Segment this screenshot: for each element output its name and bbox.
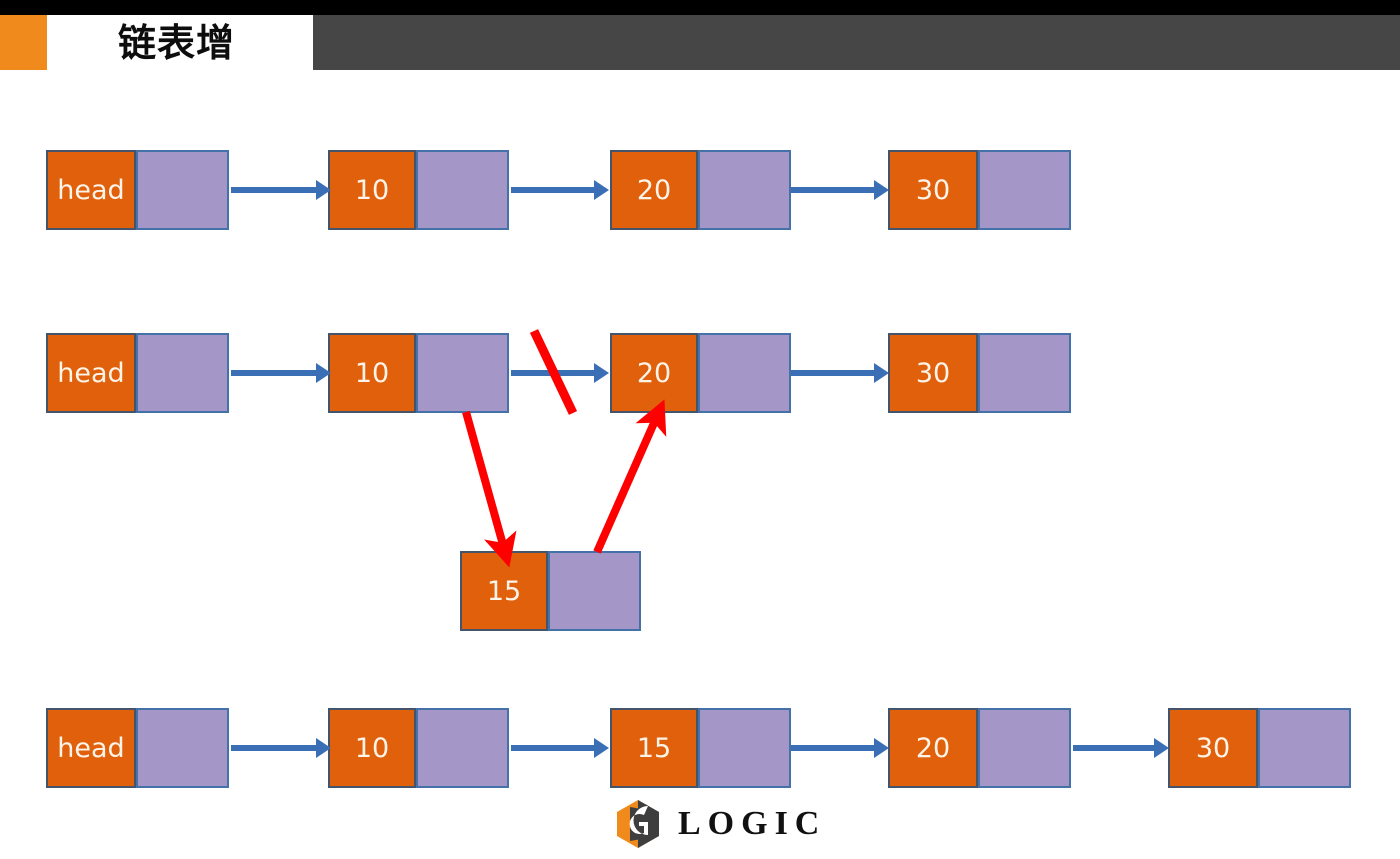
blue-link-arrow-original-list-1 — [511, 187, 595, 193]
node-pointer-cell — [416, 150, 509, 230]
node-data-cell: head — [46, 150, 136, 230]
red-arrow-new-node-to-next — [593, 399, 667, 554]
new-node-insertion-step-15: 15 — [460, 551, 641, 631]
blue-link-arrow-insertion-step-1 — [511, 370, 595, 376]
blue-link-arrow-result-list-3 — [1073, 745, 1155, 751]
list-node-original-list-20: 20 — [610, 150, 791, 230]
node-data-cell: 15 — [610, 708, 698, 788]
list-node-result-list-head: head — [46, 708, 229, 788]
node-data-cell: 30 — [888, 150, 978, 230]
node-pointer-cell — [1258, 708, 1351, 788]
top-black-strip — [0, 0, 1400, 15]
page-title: 链表增 — [118, 21, 236, 65]
node-data-cell: 20 — [610, 333, 698, 413]
node-pointer-cell — [136, 150, 229, 230]
red-arrow-to-new-node — [462, 410, 517, 568]
logo-wordmark: LOGIC — [678, 805, 827, 842]
blue-link-arrow-result-list-0 — [231, 745, 317, 751]
list-node-result-list-10: 10 — [328, 708, 509, 788]
blue-link-arrow-original-list-0 — [231, 187, 317, 193]
list-node-original-list-head: head — [46, 150, 229, 230]
node-data-cell: 30 — [1168, 708, 1258, 788]
node-pointer-cell — [136, 333, 229, 413]
list-node-insertion-step-30: 30 — [888, 333, 1071, 413]
list-node-original-list-10: 10 — [328, 150, 509, 230]
node-pointer-cell — [548, 551, 641, 631]
list-node-original-list-30: 30 — [888, 150, 1071, 230]
blue-link-arrow-insertion-step-0 — [231, 370, 317, 376]
logic-hexagon-icon — [617, 800, 659, 848]
blue-link-arrow-result-list-2 — [791, 745, 875, 751]
node-pointer-cell — [136, 708, 229, 788]
node-pointer-cell — [698, 150, 791, 230]
footer-logo: LOGIC — [612, 798, 826, 850]
node-data-cell: 30 — [888, 333, 978, 413]
blue-link-arrow-original-list-2 — [791, 187, 875, 193]
list-node-result-list-15: 15 — [610, 708, 791, 788]
node-data-cell: 20 — [888, 708, 978, 788]
node-data-cell: 10 — [328, 708, 416, 788]
blue-link-arrow-insertion-step-2 — [791, 370, 875, 376]
node-data-cell: 10 — [328, 150, 416, 230]
node-pointer-cell — [416, 708, 509, 788]
list-node-insertion-step-10: 10 — [328, 333, 509, 413]
node-pointer-cell — [978, 333, 1071, 413]
node-pointer-cell — [416, 333, 509, 413]
node-data-cell: head — [46, 333, 136, 413]
list-node-insertion-step-head: head — [46, 333, 229, 413]
node-pointer-cell — [978, 150, 1071, 230]
blue-link-arrow-result-list-1 — [511, 745, 595, 751]
list-node-insertion-step-20: 20 — [610, 333, 791, 413]
node-data-cell: 10 — [328, 333, 416, 413]
slide-canvas: 链表增 head 10 20 30 head 10 20 30 15 head 10 15 20 30 L… — [0, 0, 1400, 859]
node-pointer-cell — [978, 708, 1071, 788]
list-node-result-list-30: 30 — [1168, 708, 1351, 788]
node-data-cell: head — [46, 708, 136, 788]
header-orange-accent-block — [0, 15, 47, 70]
header-gray-bar — [313, 15, 1400, 70]
node-data-cell: 20 — [610, 150, 698, 230]
list-node-result-list-20: 20 — [888, 708, 1071, 788]
node-pointer-cell — [698, 333, 791, 413]
node-data-cell: 15 — [460, 551, 548, 631]
node-pointer-cell — [698, 708, 791, 788]
